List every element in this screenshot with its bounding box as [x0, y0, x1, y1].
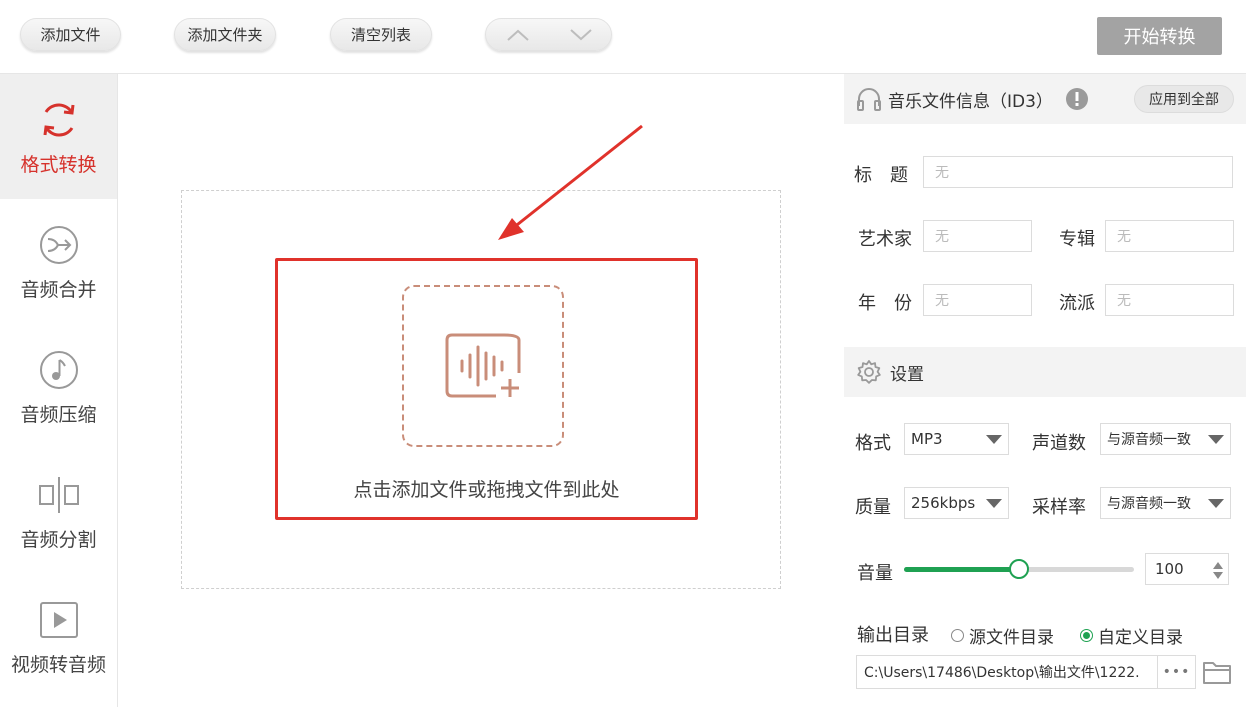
channels-label: 声道数: [1032, 433, 1086, 454]
audio-add-icon: [445, 333, 521, 398]
chevron-up-icon: [506, 29, 529, 41]
info-icon[interactable]: [1065, 87, 1089, 111]
output-path-value: C:\Users\17486\Desktop\输出文件\1222.: [864, 665, 1140, 681]
radio-source-dir-label: 源文件目录: [969, 628, 1054, 648]
move-buttons-group: [485, 18, 612, 51]
drop-icon-frame: [402, 285, 564, 447]
chevron-down-icon: [986, 435, 1002, 444]
samplerate-label: 采样率: [1032, 497, 1086, 518]
settings-section-title: 设置: [890, 364, 924, 385]
artist-label: 艺术家: [858, 229, 912, 250]
refresh-icon: [43, 103, 74, 137]
sidebar-item-label: 视频转音频: [10, 654, 106, 676]
settings-section-header: 设置: [844, 347, 1246, 397]
quality-select[interactable]: 256kbps: [904, 487, 1009, 519]
sidebar-item-audio-merge[interactable]: 音频合并: [0, 199, 117, 324]
play-icon: [39, 602, 78, 638]
radio-source-dir-indicator: [951, 629, 964, 642]
sidebar-item-audio-compress[interactable]: 音频压缩: [0, 324, 117, 449]
samplerate-select-value: 与源音频一致: [1107, 496, 1191, 512]
radio-custom-dir-indicator: [1080, 629, 1093, 642]
sidebar-item-format-convert[interactable]: 格式转换: [0, 74, 117, 199]
split-icon: [38, 477, 79, 513]
channels-select-value: 与源音频一致: [1107, 432, 1191, 448]
radio-custom-dir-label: 自定义目录: [1098, 628, 1183, 648]
format-select[interactable]: MP3: [904, 423, 1009, 455]
title-field[interactable]: 无: [923, 156, 1233, 188]
sidebar-item-audio-split[interactable]: 音频分割: [0, 449, 117, 574]
chevron-down-icon: [1208, 435, 1224, 444]
browse-more-button[interactable]: •••: [1157, 656, 1195, 688]
chevron-down-icon: [1208, 499, 1224, 508]
chevron-down-icon: [986, 499, 1002, 508]
album-field[interactable]: 无: [1105, 220, 1234, 252]
merge-icon: [39, 226, 78, 264]
sidebar-item-label: 音频压缩: [20, 404, 97, 426]
samplerate-select[interactable]: 与源音频一致: [1100, 487, 1231, 519]
sidebar: 格式转换 音频合并 音频压缩 音频分割 视频转音频: [0, 74, 118, 707]
volume-slider-handle[interactable]: [1009, 559, 1029, 579]
radio-custom-dir[interactable]: 自定义目录: [1080, 623, 1183, 648]
genre-label: 流派: [1059, 293, 1095, 314]
stepper-down-icon[interactable]: [1213, 572, 1223, 579]
settings-panel: 音乐文件信息（ID3） 应用到全部 标 题 无 艺术家 无 专辑 无 年 份 无…: [844, 74, 1246, 707]
sidebar-item-label: 格式转换: [20, 154, 97, 176]
drop-zone-text: 点击添加文件或拖拽文件到此处: [353, 479, 620, 501]
music-note-icon: [39, 351, 78, 389]
move-up-button[interactable]: [486, 19, 549, 50]
volume-value: 100: [1155, 560, 1184, 578]
pointer-arrow-annotation: [498, 124, 643, 240]
year-label: 年 份: [858, 293, 912, 314]
album-label: 专辑: [1059, 229, 1095, 250]
output-dir-label: 输出目录: [857, 625, 929, 646]
genre-field[interactable]: 无: [1105, 284, 1234, 316]
year-field[interactable]: 无: [923, 284, 1032, 316]
title-label: 标 题: [854, 165, 908, 186]
channels-select[interactable]: 与源音频一致: [1100, 423, 1231, 455]
output-path-field[interactable]: C:\Users\17486\Desktop\输出文件\1222. •••: [856, 655, 1196, 689]
add-folder-button[interactable]: 添加文件夹: [174, 18, 276, 51]
volume-stepper[interactable]: 100: [1145, 553, 1229, 585]
format-label: 格式: [855, 433, 891, 454]
sidebar-item-label: 音频分割: [20, 529, 97, 551]
drop-zone[interactable]: 点击添加文件或拖拽文件到此处: [275, 258, 698, 520]
apply-to-all-button[interactable]: 应用到全部: [1134, 85, 1234, 113]
format-select-value: MP3: [911, 430, 943, 448]
id3-section-title: 音乐文件信息（ID3）: [888, 91, 1053, 112]
toolbar: 添加文件 添加文件夹 清空列表 开始转换: [0, 0, 1246, 74]
sidebar-item-label: 音频合并: [20, 279, 97, 301]
sidebar-item-video-to-audio[interactable]: 视频转音频: [0, 574, 117, 699]
volume-slider[interactable]: [904, 559, 1134, 579]
volume-label: 音量: [857, 563, 893, 584]
gear-icon: [857, 360, 881, 384]
chevron-down-icon: [569, 28, 592, 40]
headphones-icon: [857, 88, 881, 111]
volume-slider-fill: [904, 567, 1019, 572]
radio-source-dir[interactable]: 源文件目录: [951, 623, 1054, 648]
quality-label: 质量: [855, 497, 891, 518]
move-down-button[interactable]: [549, 19, 612, 50]
clear-list-button[interactable]: 清空列表: [330, 18, 432, 51]
id3-section-header: 音乐文件信息（ID3） 应用到全部: [844, 74, 1246, 124]
folder-icon[interactable]: [1202, 658, 1232, 686]
quality-select-value: 256kbps: [911, 494, 976, 512]
add-file-button[interactable]: 添加文件: [20, 18, 121, 51]
start-convert-button[interactable]: 开始转换: [1097, 17, 1222, 55]
artist-field[interactable]: 无: [923, 220, 1032, 252]
stepper-up-icon[interactable]: [1213, 562, 1223, 569]
